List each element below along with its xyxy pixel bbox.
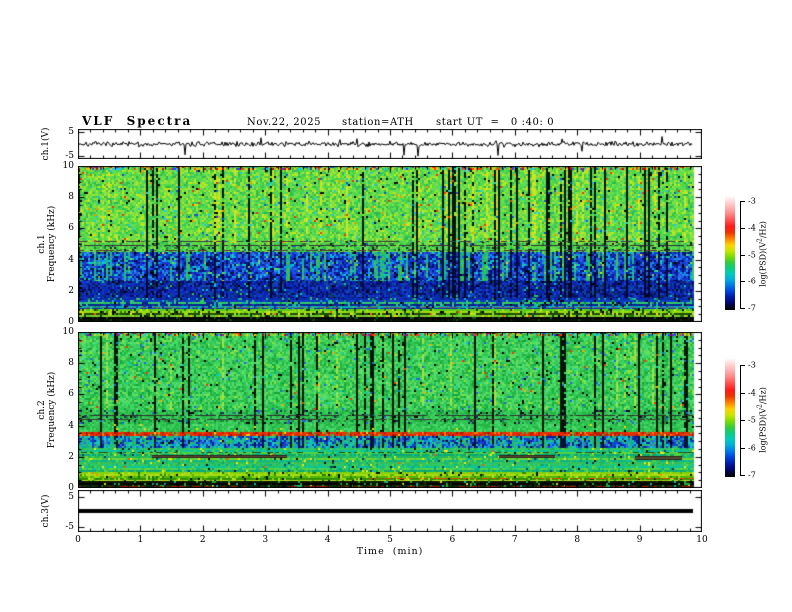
- colorbar-tick-label: -4: [748, 223, 756, 233]
- y-tick-label: 8: [68, 358, 74, 369]
- y-tick-label: 8: [68, 192, 74, 203]
- ch3-voltage-axis-label: ch.3(V): [41, 494, 51, 528]
- date-label: Nov.22, 2025: [247, 117, 322, 128]
- colorbar-ch1-psd-label: log(PSD)(V2/Hz): [756, 221, 768, 287]
- x-tick-label: 5: [387, 535, 393, 545]
- y-tick-label: 0: [68, 317, 74, 327]
- y-tick-label: 4: [68, 254, 74, 265]
- colorbar-tick: [740, 365, 745, 366]
- ch1-voltage-axis-label: ch.1(V): [41, 127, 51, 161]
- y-tick-label: 4: [68, 420, 74, 431]
- colorbar-tick: [740, 201, 745, 202]
- colorbar-tick: [740, 447, 745, 449]
- colorbar-ch2-psd-label: log(PSD)(V2/Hz): [756, 387, 768, 453]
- ch2-frequency-axis-label: ch.2 Frequency (kHz): [37, 371, 57, 449]
- ch2-spectrogram-canvas: [78, 332, 702, 488]
- vlf-spectra-figure: VLF Spectra Nov.22, 2025 station=ATH sta…: [0, 0, 792, 612]
- colorbar-tick-label: -7: [748, 303, 756, 313]
- colorbar-tick: [740, 254, 745, 256]
- start-ut-label: start UT = 0 :40: 0: [436, 117, 555, 128]
- colorbar-tick: [740, 475, 745, 476]
- y-tick-label: 6: [68, 389, 74, 400]
- x-tick-label: 10: [696, 535, 708, 545]
- colorbar-ch1-gradient: [725, 196, 735, 310]
- y-tick-label: 6: [68, 223, 74, 234]
- colorbar-tick-label: -6: [748, 443, 756, 452]
- y-tick-label: -5: [65, 522, 74, 532]
- x-tick-label: 0: [75, 535, 81, 545]
- y-tick-label: 10: [62, 161, 74, 171]
- x-tick-label: 7: [511, 535, 518, 545]
- x-tick-label: 9: [636, 535, 643, 545]
- colorbar-tick: [740, 392, 745, 394]
- colorbar-tick-label: -4: [748, 388, 756, 397]
- ch3-waveform-canvas: [78, 490, 702, 532]
- figure-title: VLF Spectra: [82, 114, 193, 128]
- colorbar-tick: [740, 281, 745, 283]
- colorbar-tick: [740, 308, 745, 309]
- x-tick-label: 4: [324, 535, 331, 545]
- colorbar-tick-label: -6: [748, 276, 756, 286]
- y-tick-label: 10: [62, 327, 74, 337]
- ch1-waveform-canvas: [78, 129, 702, 159]
- y-tick-label: -5: [65, 151, 74, 161]
- colorbar-tick-label: -3: [748, 196, 756, 206]
- colorbar-tick: [740, 420, 745, 421]
- x-tick-label: 3: [262, 535, 269, 545]
- station-label: station=ATH: [342, 117, 414, 128]
- time-axis-label: Time (min): [356, 546, 424, 557]
- ch1-frequency-axis-label: ch.1 Frequency (kHz): [37, 205, 57, 283]
- y-tick-label: 5: [68, 127, 74, 137]
- colorbar-tick: [740, 227, 745, 229]
- y-tick-label: 2: [68, 451, 74, 462]
- y-tick-label: 2: [68, 285, 74, 296]
- colorbar-tick-label: -7: [748, 470, 756, 480]
- x-tick-label: 2: [199, 535, 206, 545]
- colorbar-tick-label: -5: [748, 415, 756, 425]
- colorbar-tick-label: -5: [748, 250, 756, 259]
- x-tick-label: 1: [137, 535, 144, 545]
- ch1-spectrogram-canvas: [78, 166, 702, 322]
- colorbar-ch2-gradient: [725, 358, 735, 477]
- x-tick-label: 8: [574, 535, 581, 545]
- x-tick-label: 6: [449, 535, 456, 545]
- y-tick-label: 5: [68, 492, 74, 502]
- colorbar-tick-label: -3: [748, 360, 756, 370]
